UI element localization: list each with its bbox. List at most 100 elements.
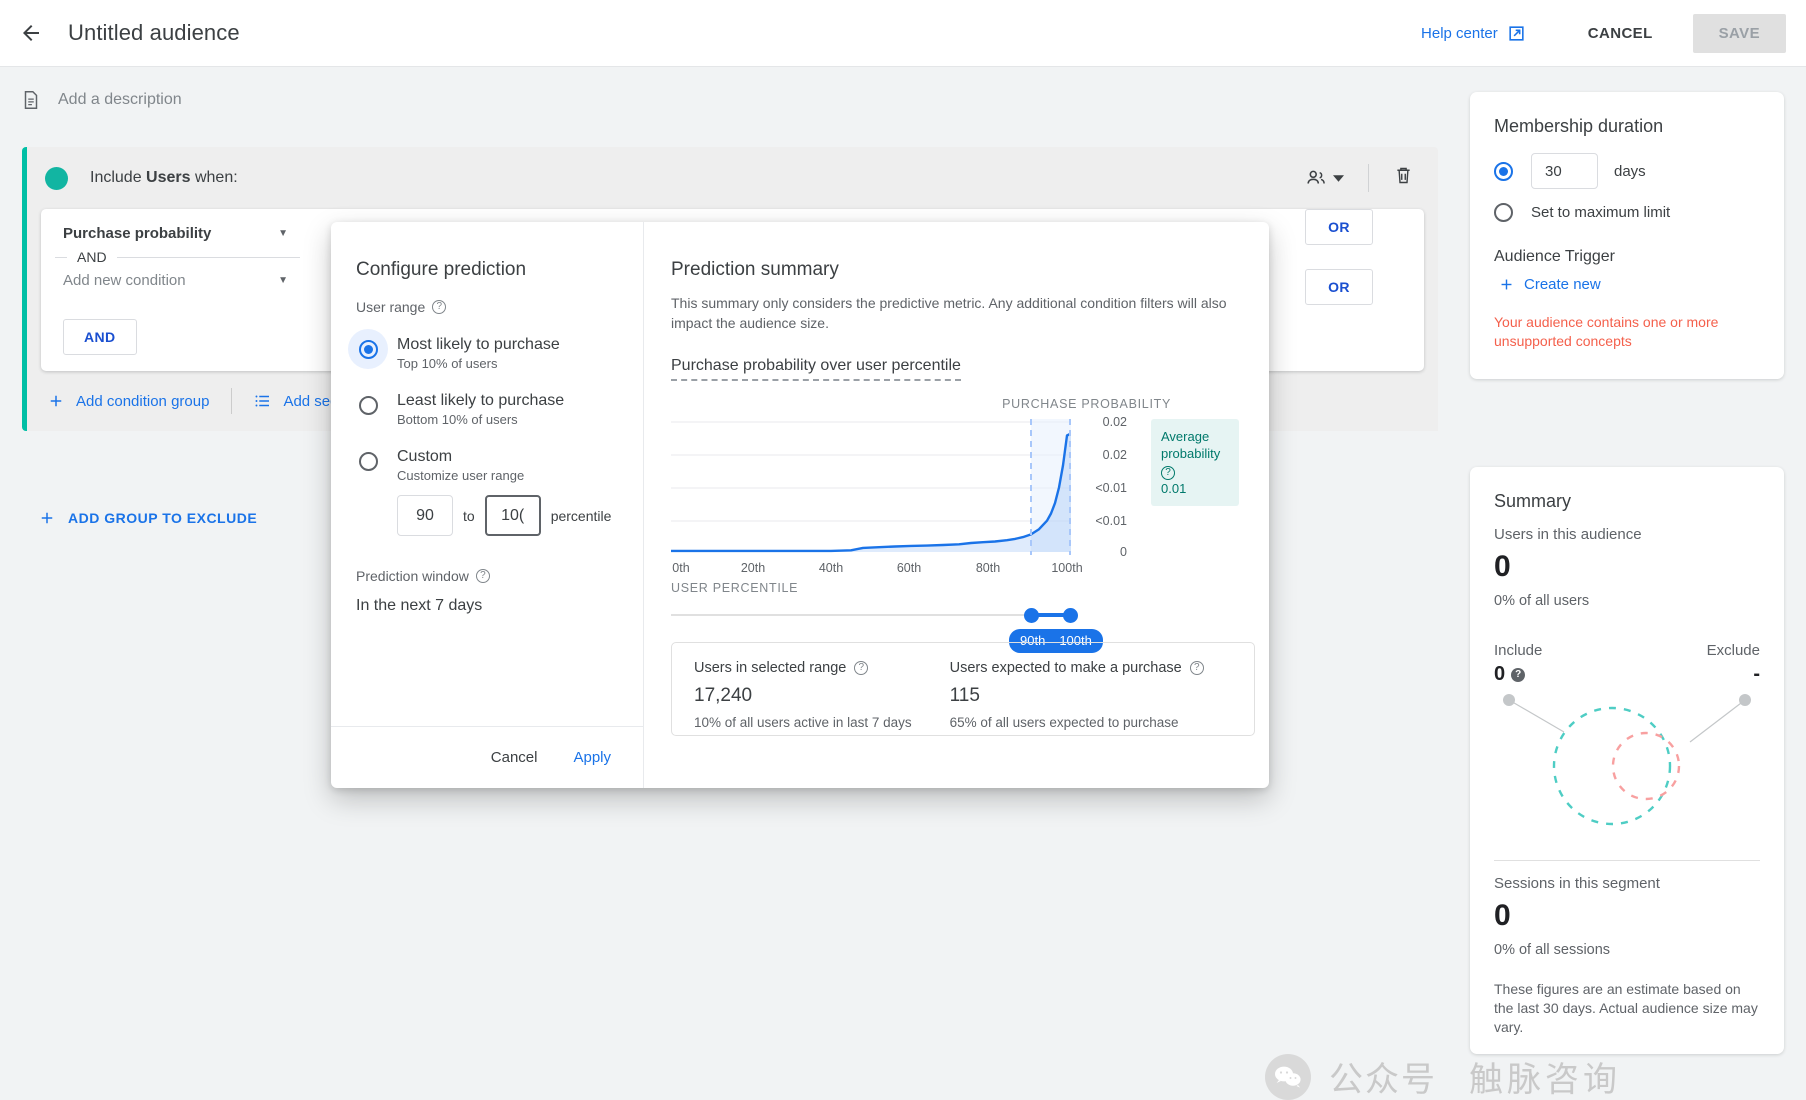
radio-most-likely[interactable]: Most likely to purchase Top 10% of users	[348, 329, 621, 371]
radio-custom[interactable]: Custom Customize user range	[356, 441, 621, 483]
divider	[1368, 164, 1369, 192]
help-icon[interactable]: ?	[1161, 466, 1175, 480]
plus-icon	[1501, 279, 1512, 290]
and-divider: AND	[55, 249, 300, 265]
stat-label-text: Users in selected range	[694, 660, 847, 676]
radio-membership-max[interactable]	[1494, 203, 1513, 222]
prediction-window-value: In the next 7 days	[356, 597, 483, 614]
top-bar: Untitled audience Help center CANCEL SAV…	[0, 0, 1806, 67]
stat-users-in-range: Users in selected range ? 17,240 10% of …	[672, 643, 912, 735]
and-button[interactable]: AND	[63, 319, 137, 355]
help-center-link[interactable]: Help center	[1421, 24, 1526, 43]
add-new-condition-label: Add new condition	[63, 272, 186, 289]
cancel-button[interactable]: CANCEL	[1572, 15, 1669, 52]
radio-texts: Least likely to purchase Bottom 10% of u…	[397, 385, 564, 427]
dialog-left-body: Configure prediction User range ? Most l…	[331, 222, 643, 726]
top-bar-actions: Help center CANCEL SAVE	[1421, 13, 1806, 53]
days-label: days	[1614, 162, 1646, 180]
or-button[interactable]: OR	[1305, 209, 1373, 245]
average-probability-value: 0.01	[1161, 481, 1187, 496]
help-icon[interactable]: ?	[1189, 661, 1204, 675]
radio-hit-area[interactable]	[348, 329, 388, 369]
people-icon	[1307, 170, 1325, 184]
trash-icon	[1397, 167, 1410, 184]
help-icon[interactable]: ?	[475, 569, 490, 583]
chart-x-tick: 20th	[740, 561, 766, 575]
stat-users-expected-purchase: Users expected to make a purchase ? 115 …	[912, 643, 1204, 735]
audience-venn-diagram	[1494, 690, 1760, 838]
condition-metric-label: Purchase probability	[63, 225, 212, 242]
to-label: to	[463, 507, 475, 524]
radio-texts: Custom Customize user range	[397, 441, 524, 483]
add-group-to-exclude-button[interactable]: ADD GROUP TO EXCLUDE	[38, 509, 257, 527]
help-center-label: Help center	[1421, 24, 1498, 42]
condition-group-header: Include Users when:	[27, 147, 1438, 209]
chart-x-tick: 60th	[896, 561, 922, 575]
membership-max-row[interactable]: Set to maximum limit	[1494, 203, 1760, 222]
radio-membership-days[interactable]	[1494, 161, 1513, 181]
chart-x-axis-title: USER PERCENTILE	[671, 581, 799, 595]
add-group-to-exclude-label: ADD GROUP TO EXCLUDE	[68, 510, 258, 526]
include-value-text: 0	[1494, 663, 1506, 685]
chart-y-tick: 0.02	[1102, 415, 1127, 429]
chart-x-tick: 100th	[1051, 561, 1083, 575]
chart-y-tick: 0	[1120, 545, 1127, 559]
user-range-text: User range	[356, 299, 426, 315]
membership-days-row: 30 days	[1494, 153, 1760, 189]
help-icon[interactable]: ?	[854, 661, 869, 675]
radio-hit-area[interactable]	[348, 385, 388, 425]
dialog-footer: Cancel Apply	[331, 726, 643, 788]
chart-y-axis-title: PURCHASE PROBABILITY	[1002, 397, 1171, 411]
radio-least-likely[interactable]: Least likely to purchase Bottom 10% of u…	[356, 385, 621, 427]
create-new-trigger-button[interactable]: Create new	[1498, 276, 1760, 293]
watermark-text-1: 公众号	[1329, 1061, 1437, 1099]
chevron-down-icon: ▼	[278, 275, 288, 286]
add-condition-group-button[interactable]: Add condition group	[47, 392, 209, 410]
wechat-icon	[1265, 1053, 1311, 1100]
exclude-label: Exclude	[1706, 642, 1760, 659]
dialog-apply-button[interactable]: Apply	[557, 740, 627, 775]
slider-knob-upper[interactable]	[1063, 608, 1078, 623]
membership-duration-title: Membership duration	[1494, 116, 1664, 136]
chart-x-tick: 80th	[975, 561, 1001, 575]
description-placeholder[interactable]: Add a description	[58, 91, 182, 109]
add-new-condition-select[interactable]: Add new condition ▼	[63, 268, 288, 293]
slider-knob-lower[interactable]	[1024, 608, 1039, 623]
help-icon[interactable]: ?	[432, 300, 447, 314]
radio-dot	[1499, 166, 1508, 176]
divider-right	[116, 256, 300, 258]
chart-x-tick: 40th	[818, 561, 844, 575]
or-button[interactable]: OR	[1305, 269, 1373, 305]
stat-value: 17,240	[694, 685, 753, 706]
dialog-right-panel: Prediction summary This summary only con…	[644, 222, 1269, 788]
configure-prediction-dialog: Configure prediction User range ? Most l…	[331, 222, 1269, 788]
plus-icon	[41, 512, 53, 524]
percentile-from-input[interactable]: 90	[397, 495, 453, 536]
sessions-pct: 0% of all sessions	[1494, 942, 1611, 958]
sessions-value: 0	[1494, 899, 1511, 932]
stat-label-text: Users expected to make a purchase	[949, 660, 1182, 676]
percentile-range-inputs: 90 to 10( percentile	[397, 495, 621, 536]
users-in-audience-label: Users in this audience	[1494, 526, 1642, 543]
back-button[interactable]	[16, 18, 46, 48]
percentile-to-input[interactable]: 10(	[484, 495, 541, 536]
sessions-label: Sessions in this segment	[1494, 875, 1660, 892]
include-value: 0 ?	[1494, 663, 1526, 686]
slider-track[interactable]	[671, 614, 1071, 616]
summary-card: Summary Users in this audience 0 0% of a…	[1470, 467, 1784, 1054]
condition-metric-select[interactable]: Purchase probability ▼	[63, 221, 288, 246]
dialog-cancel-button[interactable]: Cancel	[475, 740, 554, 775]
help-icon[interactable]: ?	[1511, 667, 1526, 682]
description-row[interactable]: Add a description	[20, 89, 182, 111]
radio-hit-area[interactable]	[348, 441, 388, 481]
scope-selector-button[interactable]	[1297, 159, 1352, 197]
delete-group-button[interactable]	[1385, 157, 1422, 199]
membership-days-input[interactable]: 30	[1531, 153, 1598, 189]
exclude-value: -	[1753, 663, 1760, 685]
radio-button	[358, 395, 378, 415]
chart-plot	[671, 419, 1071, 555]
and-label: AND	[77, 249, 107, 265]
stat-value: 115	[949, 685, 980, 706]
include-users-label: Include Users when:	[90, 169, 238, 186]
save-button[interactable]: SAVE	[1692, 13, 1786, 53]
